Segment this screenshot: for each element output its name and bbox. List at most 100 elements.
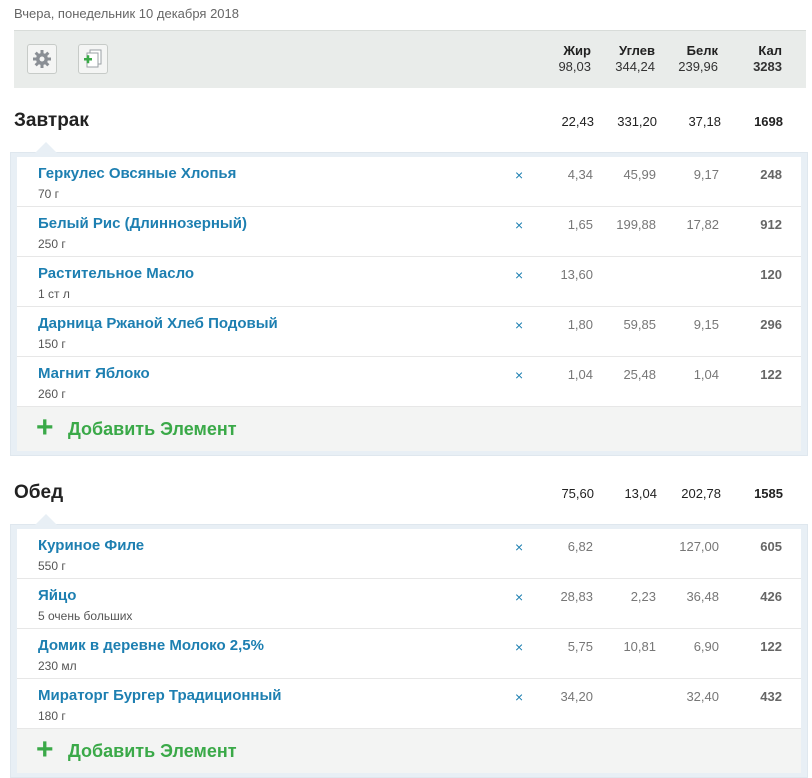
total-calories-value: 3283 — [753, 59, 782, 74]
food-quantity: 150 г — [38, 337, 66, 351]
food-protein: 9,17 — [693, 167, 719, 182]
meal-calories: 1698 — [754, 114, 783, 129]
copy-meal-button[interactable] — [78, 44, 108, 74]
food-item[interactable]: Яйцо 5 очень больших × 28,83 2,23 36,48 … — [17, 579, 801, 629]
food-quantity: 230 мл — [38, 659, 77, 673]
add-item-label: Добавить Элемент — [68, 741, 237, 761]
food-calories: 122 — [760, 367, 782, 382]
food-calories: 605 — [760, 539, 782, 554]
food-name-link[interactable]: Яйцо — [38, 587, 76, 604]
food-item[interactable]: Магнит Яблоко 260 г × 1,04 25,48 1,04 12… — [17, 357, 801, 407]
food-item[interactable]: Белый Рис (Длиннозерный) 250 г × 1,65 19… — [17, 207, 801, 257]
food-calories: 296 — [760, 317, 782, 332]
total-calories: Кал 3283 — [720, 43, 782, 74]
meal-items-lunch: Куриное Филе 550 г × 6,82 127,00 605 Яйц… — [10, 514, 808, 778]
food-carbs: 59,85 — [623, 317, 656, 332]
meal-header-breakfast: Завтрак 22,43 331,20 37,18 1698 — [14, 102, 806, 142]
food-calories: 432 — [760, 689, 782, 704]
food-item[interactable]: Дарница Ржаной Хлеб Подовый 150 г × 1,80… — [17, 307, 801, 357]
food-name-link[interactable]: Белый Рис (Длиннозерный) — [38, 215, 247, 232]
meal-header-lunch: Обед 75,60 13,04 202,78 1585 — [14, 474, 806, 514]
delete-icon[interactable]: × — [515, 539, 523, 555]
food-protein: 127,00 — [679, 539, 719, 554]
food-name-link[interactable]: Домик в деревне Молоко 2,5% — [38, 637, 264, 654]
food-quantity: 550 г — [38, 559, 66, 573]
total-protein: Белк 239,96 — [656, 43, 718, 74]
food-quantity: 180 г — [38, 709, 66, 723]
food-protein: 36,48 — [686, 589, 719, 604]
delete-icon[interactable]: × — [515, 589, 523, 605]
food-calories: 248 — [760, 167, 782, 182]
food-fat: 6,82 — [567, 539, 593, 554]
food-name-link[interactable]: Геркулес Овсяные Хлопья — [38, 165, 236, 182]
meal-protein: 37,18 — [688, 114, 721, 129]
food-carbs: 2,23 — [630, 589, 656, 604]
food-carbs: 45,99 — [623, 167, 656, 182]
section-pointer — [35, 514, 57, 525]
total-protein-label: Белк — [686, 43, 718, 58]
total-fat: Жир 98,03 — [529, 43, 591, 74]
date-label: Вчера, понедельник 10 декабря 2018 — [14, 6, 239, 21]
food-calories: 120 — [760, 267, 782, 282]
food-quantity: 250 г — [38, 237, 66, 251]
totals-toolbar: Жир 98,03 Углев 344,24 Белк 239,96 Кал 3… — [14, 30, 806, 88]
delete-icon[interactable]: × — [515, 217, 523, 233]
food-list: Куриное Филе 550 г × 6,82 127,00 605 Яйц… — [17, 529, 801, 773]
food-fat: 13,60 — [560, 267, 593, 282]
food-fat: 1,04 — [567, 367, 593, 382]
food-carbs: 10,81 — [623, 639, 656, 654]
food-protein: 1,04 — [693, 367, 719, 382]
total-fat-label: Жир — [563, 43, 591, 58]
food-item[interactable]: Мираторг Бургер Традиционный 180 г × 34,… — [17, 679, 801, 729]
food-quantity: 70 г — [38, 187, 60, 201]
food-list: Геркулес Овсяные Хлопья 70 г × 4,34 45,9… — [17, 157, 801, 451]
add-item-button[interactable]: + Добавить Элемент — [17, 407, 801, 451]
food-name-link[interactable]: Мираторг Бургер Традиционный — [38, 687, 282, 704]
food-name-link[interactable]: Магнит Яблоко — [38, 365, 150, 382]
food-name-link[interactable]: Куриное Филе — [38, 537, 144, 554]
total-carbs-label: Углев — [619, 43, 655, 58]
food-fat: 1,80 — [567, 317, 593, 332]
food-fat: 1,65 — [567, 217, 593, 232]
food-name-link[interactable]: Дарница Ржаной Хлеб Подовый — [38, 315, 278, 332]
delete-icon[interactable]: × — [515, 639, 523, 655]
meal-fat: 75,60 — [561, 486, 594, 501]
meal-items-breakfast: Геркулес Овсяные Хлопья 70 г × 4,34 45,9… — [10, 142, 808, 456]
delete-icon[interactable]: × — [515, 367, 523, 383]
food-quantity: 260 г — [38, 387, 66, 401]
delete-icon[interactable]: × — [515, 317, 523, 333]
food-carbs: 25,48 — [623, 367, 656, 382]
delete-icon[interactable]: × — [515, 267, 523, 283]
food-item[interactable]: Куриное Филе 550 г × 6,82 127,00 605 — [17, 529, 801, 579]
food-protein: 6,90 — [693, 639, 719, 654]
meal-title: Обед — [14, 482, 64, 503]
food-item[interactable]: Геркулес Овсяные Хлопья 70 г × 4,34 45,9… — [17, 157, 801, 207]
food-calories: 122 — [760, 639, 782, 654]
total-carbs: Углев 344,24 — [593, 43, 655, 74]
add-item-label: Добавить Элемент — [68, 419, 237, 439]
delete-icon[interactable]: × — [515, 689, 523, 705]
meal-protein: 202,78 — [681, 486, 721, 501]
total-carbs-value: 344,24 — [615, 59, 655, 74]
food-item[interactable]: Растительное Масло 1 ст л × 13,60 120 — [17, 257, 801, 307]
food-fat: 34,20 — [560, 689, 593, 704]
food-calories: 912 — [760, 217, 782, 232]
food-calories: 426 — [760, 589, 782, 604]
total-fat-value: 98,03 — [558, 59, 591, 74]
food-protein: 32,40 — [686, 689, 719, 704]
gear-icon — [33, 50, 51, 68]
total-protein-value: 239,96 — [678, 59, 718, 74]
add-item-button[interactable]: + Добавить Элемент — [17, 729, 801, 773]
food-fat: 28,83 — [560, 589, 593, 604]
food-protein: 9,15 — [693, 317, 719, 332]
settings-button[interactable] — [27, 44, 57, 74]
delete-icon[interactable]: × — [515, 167, 523, 183]
food-fat: 5,75 — [567, 639, 593, 654]
copy-add-icon — [84, 49, 102, 68]
section-pointer — [35, 142, 57, 153]
food-name-link[interactable]: Растительное Масло — [38, 265, 194, 282]
plus-icon: + — [36, 733, 54, 766]
meal-title: Завтрак — [14, 110, 89, 131]
food-item[interactable]: Домик в деревне Молоко 2,5% 230 мл × 5,7… — [17, 629, 801, 679]
food-fat: 4,34 — [567, 167, 593, 182]
